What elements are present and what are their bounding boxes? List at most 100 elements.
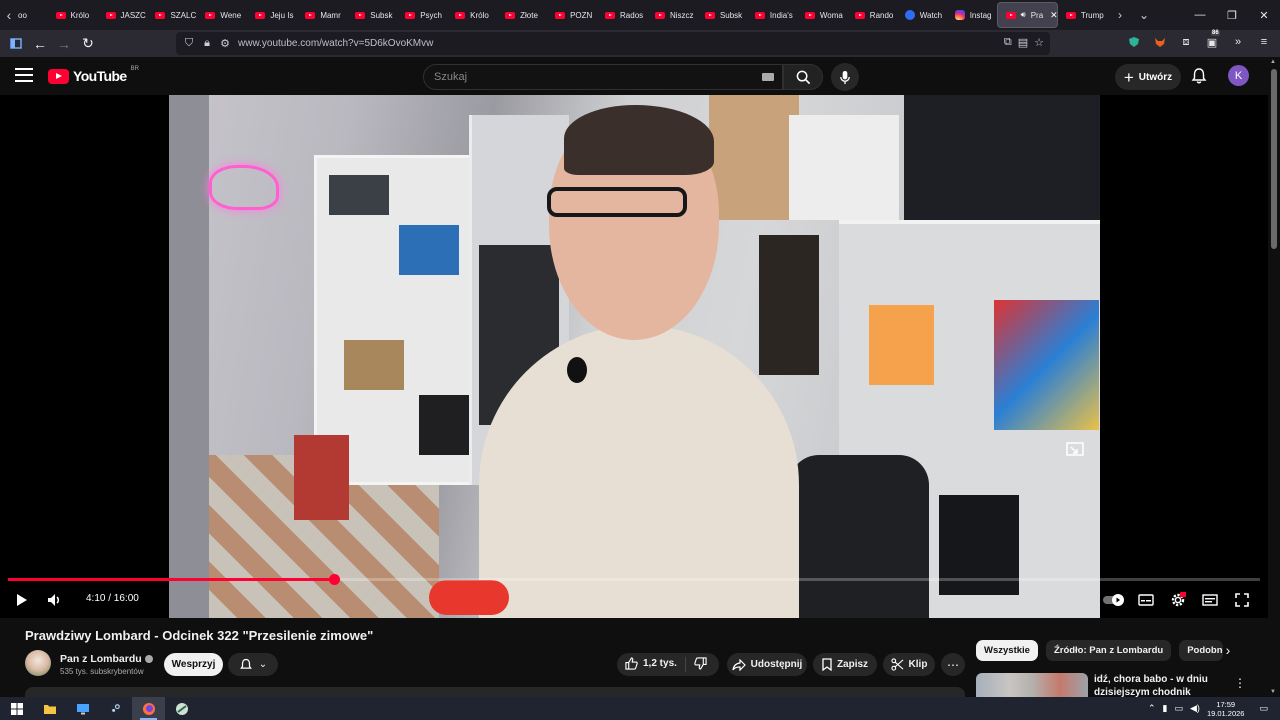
browser-tab[interactable]: Wene [197,2,247,28]
taskbar-app[interactable] [165,697,198,720]
filter-chip[interactable]: Podobne [1179,640,1224,661]
browser-tab[interactable]: Psych [397,2,447,28]
search-button[interactable] [783,64,823,90]
dislike-button[interactable] [694,657,707,675]
browser-tab[interactable]: Woma [797,2,847,28]
guide-menu-icon[interactable] [15,68,33,82]
mute-button[interactable] [45,588,65,612]
fullscreen-button[interactable] [1232,588,1252,612]
support-button[interactable]: Wesprzyj [164,653,223,676]
app-menu-icon[interactable]: ≡ [1256,34,1272,50]
volume-tray-icon[interactable]: ◀︎) [1190,703,1200,714]
microphone-tray-icon[interactable]: ▮ [1163,703,1168,714]
browser-tab[interactable]: Subsk [347,2,397,28]
progress-scrubber[interactable] [328,574,340,585]
search-input[interactable]: Szukaj [423,64,783,90]
description-box[interactable] [25,687,965,697]
browser-tab[interactable]: Watch [897,2,947,28]
browser-tab[interactable]: Trump [1058,2,1108,28]
restore-window-icon[interactable]: ❐ [1216,0,1248,30]
create-button[interactable]: + Utwórz [1115,64,1181,90]
keyboard-icon[interactable] [762,73,774,81]
filter-chip[interactable]: Wszystkie [976,640,1038,661]
video-player[interactable]: 4:10 / 16:00 [0,95,1268,618]
notifications-bell-icon[interactable] [1190,67,1208,85]
scroll-down-icon[interactable]: ▼ [1270,689,1276,695]
close-tab-icon[interactable]: ✕ [1050,10,1057,21]
url-text[interactable]: www.youtube.com/watch?v=5D6kOvoKMvw [238,38,433,49]
sidebar-toggle-icon[interactable] [4,32,28,56]
share-button[interactable]: Udostępnij [727,653,807,676]
list-all-tabs-icon[interactable]: ⌄ [1132,8,1156,22]
close-window-icon[interactable]: ✕ [1248,0,1280,30]
browser-tab[interactable]: Królo [48,2,98,28]
picture-in-picture-icon[interactable]: ⧉ [1004,36,1012,49]
notifications-icon[interactable]: ▭ [1259,703,1268,714]
scrollbar-thumb[interactable] [1271,69,1277,249]
back-button[interactable]: ← [28,32,52,56]
browser-tab[interactable]: Niszcz [647,2,697,28]
browser-tab[interactable]: Mamr [297,2,347,28]
taskbar-file-explorer[interactable] [33,697,66,720]
reload-button[interactable]: ↻ [76,32,100,56]
voice-search-button[interactable] [831,63,859,91]
save-button[interactable]: Zapisz [813,653,877,676]
browser-tab[interactable]: JASZC [98,2,148,28]
browser-tab[interactable]: Rando [847,2,897,28]
autoplay-toggle[interactable] [1102,588,1126,612]
browser-tab[interactable]: Jeju Is [247,2,297,28]
video-frame[interactable] [169,95,1100,618]
recommendation-thumbnail[interactable] [976,673,1088,697]
browser-tab[interactable]: India's [747,2,797,28]
start-button[interactable] [0,697,33,720]
recommendation-menu-icon[interactable]: ⋮ [1234,676,1246,690]
taskbar-this-pc[interactable] [66,697,99,720]
subscription-notifications-button[interactable]: ⌄ [228,653,278,676]
like-button[interactable]: 1,2 tys. [625,657,677,670]
miniplayer-button[interactable] [1200,588,1220,612]
youtube-logo[interactable]: YouTube BR [48,66,139,84]
subtitles-button[interactable] [1136,588,1156,612]
extensions-puzzle-icon[interactable]: ⧈ [1178,34,1194,50]
speaker-icon[interactable]: 🔊︎ [1021,10,1026,20]
filter-chip[interactable]: Źródło: Pan z Lombardu [1045,640,1172,661]
tab-scroll-left-button[interactable]: ‹ [0,0,18,30]
clip-button[interactable]: Klip [883,653,935,676]
forward-button[interactable]: → [52,32,76,56]
reader-view-icon[interactable]: ▤ [1018,36,1028,49]
browser-tab[interactable]: Złote [497,2,547,28]
scroll-up-icon[interactable]: ▲ [1270,59,1276,65]
extension-shield-icon[interactable] [1126,34,1142,50]
taskbar-steam[interactable] [99,697,132,720]
page-scrollbar[interactable]: ▲ ▼ [1268,57,1280,697]
progress-bar[interactable] [8,574,1260,585]
more-tools-icon[interactable]: » [1230,34,1246,50]
browser-tab[interactable]: Subsk [697,2,747,28]
address-bar[interactable]: ⛉ 🔒︎ ⚙︎ www.youtube.com/watch?v=5D6kOvoK… [176,32,1050,55]
minimize-window-icon[interactable]: — [1184,0,1216,30]
chips-next-arrow-icon[interactable]: › [1220,642,1236,658]
tracking-protection-icon[interactable]: ⛉ [180,37,198,50]
browser-tab-active[interactable]: 🔊︎ Pra ✕ [996,2,1058,28]
browser-tab[interactable]: oo [18,2,48,28]
browser-tab[interactable]: SZALC [147,2,197,28]
clock[interactable]: 17:59 19.01.2026 [1207,700,1245,718]
tab-scroll-right-button[interactable]: › [1108,8,1132,22]
account-avatar[interactable]: K [1228,65,1249,86]
more-actions-button[interactable]: ⋯ [941,653,965,676]
tray-overflow-icon[interactable]: ⌃ [1148,703,1156,714]
bookmark-star-icon[interactable]: ☆ [1034,36,1044,49]
channel-avatar[interactable] [25,650,51,676]
permissions-icon[interactable]: ⚙︎ [216,37,234,50]
play-button[interactable] [12,588,32,612]
browser-tab[interactable]: Królo [447,2,497,28]
recommendation-title[interactable]: idź, chora babo - w dniu dzisiejszym cho… [1094,673,1226,697]
extension-badge-icon[interactable]: ▣ 86 [1204,30,1220,50]
extension-fox-icon[interactable] [1152,34,1168,50]
channel-name-link[interactable]: Pan z Lombardu [60,653,153,665]
browser-tab[interactable]: POZN [547,2,597,28]
lock-icon[interactable]: 🔒︎ [198,37,216,50]
browser-tab[interactable]: Instag [947,2,997,28]
browser-tab[interactable]: Rados [597,2,647,28]
taskbar-firefox[interactable] [132,697,165,720]
